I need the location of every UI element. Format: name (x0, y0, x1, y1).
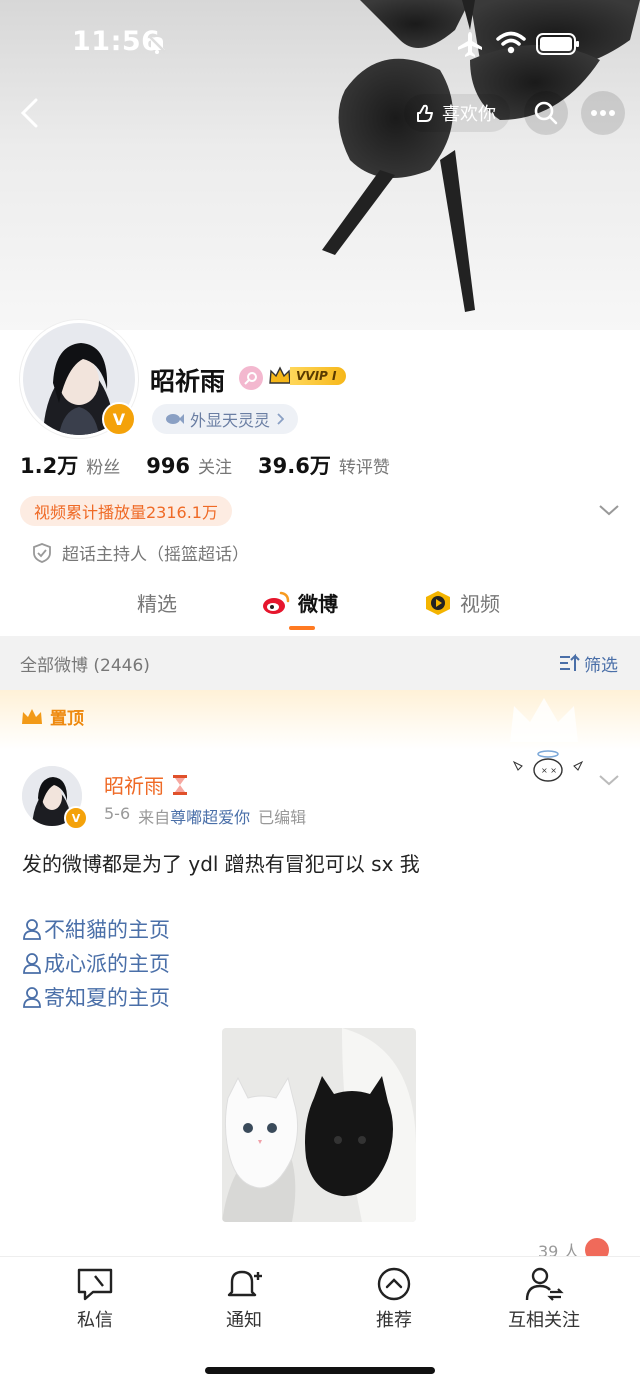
post-meta: 5-6 来自尊嘟超爱你 已编辑 (104, 804, 306, 828)
vip-badge[interactable]: VVIP I (268, 364, 347, 388)
video-play-icon (426, 590, 450, 615)
mention-link[interactable]: 成心派的主页 (22, 948, 170, 978)
post-verified-badge-icon: V (64, 806, 88, 830)
fish-icon (166, 414, 184, 424)
all-posts-count: 全部微博 (2446) (20, 655, 150, 676)
post-menu-button[interactable] (598, 772, 620, 791)
mention-label: 成心派的主页 (44, 952, 170, 976)
active-tab-indicator (289, 626, 315, 630)
user-icon (23, 987, 41, 1008)
crown-watermark-icon (510, 698, 578, 742)
mention-link[interactable]: 不紺貓的主页 (22, 914, 170, 944)
post-source[interactable]: 尊嘟超爱你 (170, 808, 250, 827)
chevron-up-circle-icon (377, 1267, 411, 1301)
more-button[interactable] (581, 91, 625, 135)
back-button[interactable] (14, 96, 48, 130)
chevron-left-icon (20, 98, 38, 128)
hourglass-icon (173, 774, 187, 795)
filter-label: 筛选 (584, 655, 618, 676)
pinned-label: 置顶 (20, 704, 84, 729)
user-icon (23, 919, 41, 940)
post-date: 5-6 (104, 804, 131, 823)
angel-sticker-icon: × × (512, 750, 584, 782)
profile-name: 昭祈雨 (150, 367, 226, 396)
svg-text:× ×: × × (541, 766, 557, 775)
post-author-name: 昭祈雨 (104, 774, 164, 798)
chevron-down-icon (599, 505, 619, 516)
pinned-crown-icon (22, 708, 42, 724)
tab-video[interactable]: 视频 (424, 588, 500, 617)
hand-heart-icon (417, 104, 433, 122)
chevron-right-icon (277, 413, 285, 425)
shield-check-icon (33, 542, 51, 563)
profile-tag-pill[interactable]: 外显天灵灵 (152, 404, 299, 434)
airplane-icon (456, 30, 484, 62)
search-icon (534, 101, 558, 125)
profile-tag-label: 外显天灵灵 (190, 411, 271, 430)
bell-off-icon (146, 33, 168, 59)
mention-label: 不紺貓的主页 (44, 918, 170, 942)
bell-plus-icon (227, 1270, 262, 1297)
like-you-button[interactable]: 喜欢你 (404, 94, 510, 132)
post-text: 发的微博都是为了 ydl 蹭热有冒犯可以 sx 我 (22, 852, 420, 876)
mention-link[interactable]: 寄知夏的主页 (22, 982, 170, 1012)
stat-engagements[interactable]: 39.6万 转评赞 (258, 450, 390, 480)
expand-profile-button[interactable] (598, 502, 620, 521)
mutual-follow-icon (525, 1267, 564, 1301)
wifi-icon (496, 30, 526, 60)
chevron-down-icon (599, 775, 619, 786)
recommend-button[interactable]: 推荐 (334, 1266, 454, 1332)
post-edited: 已编辑 (258, 808, 307, 827)
notify-button[interactable]: 通知 (184, 1266, 304, 1332)
tab-weibo[interactable]: 微博 (262, 588, 338, 617)
mutual-follow-button[interactable]: 互相关注 (484, 1266, 604, 1332)
filter-button[interactable]: 筛选 (558, 651, 618, 676)
tab-video-label: 视频 (460, 592, 500, 616)
post-filter-bar: 全部微博 (2446) 筛选 (0, 636, 640, 690)
post-source-prefix: 来自 (138, 808, 171, 827)
like-you-label: 喜欢你 (442, 104, 496, 125)
stat-following[interactable]: 996 关注 (146, 453, 232, 478)
gender-badge-icon (239, 366, 263, 390)
post-author[interactable]: 昭祈雨 (104, 770, 190, 799)
message-icon (77, 1268, 113, 1301)
mention-label: 寄知夏的主页 (44, 986, 170, 1010)
recommend-label: 推荐 (376, 1310, 412, 1331)
stat-fans[interactable]: 1.2万 粉丝 (20, 450, 120, 480)
filter-sort-icon (560, 653, 580, 671)
video-plays-badge[interactable]: 视频累计播放量2316.1万 (20, 496, 232, 526)
post-image-kittens[interactable] (222, 1028, 416, 1222)
home-indicator[interactable] (205, 1367, 435, 1374)
tab-featured[interactable]: 精选 (137, 588, 177, 617)
verified-v-badge-icon: V (102, 402, 136, 436)
profile-stats: 1.2万 粉丝 996 关注 39.6万 转评赞 (20, 450, 390, 480)
weibo-logo-icon (263, 591, 290, 614)
pinned-label-text: 置顶 (50, 709, 84, 729)
pinned-banner (0, 690, 640, 750)
mutual-follow-label: 互相关注 (508, 1310, 580, 1331)
tab-weibo-label: 微博 (298, 592, 338, 616)
notify-label: 通知 (226, 1310, 262, 1331)
battery-icon (536, 32, 580, 60)
vip-badge-label: VVIP I (290, 367, 347, 385)
message-button[interactable]: 私信 (35, 1266, 155, 1332)
message-label: 私信 (77, 1310, 113, 1331)
supertopic-host-line[interactable]: 超话主持人（摇篮超话） (32, 540, 249, 565)
crown-icon (269, 366, 291, 384)
search-button[interactable] (524, 91, 568, 135)
user-icon (23, 953, 41, 974)
supertopic-host-label: 超话主持人（摇篮超话） (62, 545, 249, 565)
tab-featured-label: 精选 (137, 592, 177, 616)
more-dots-icon (591, 110, 615, 116)
